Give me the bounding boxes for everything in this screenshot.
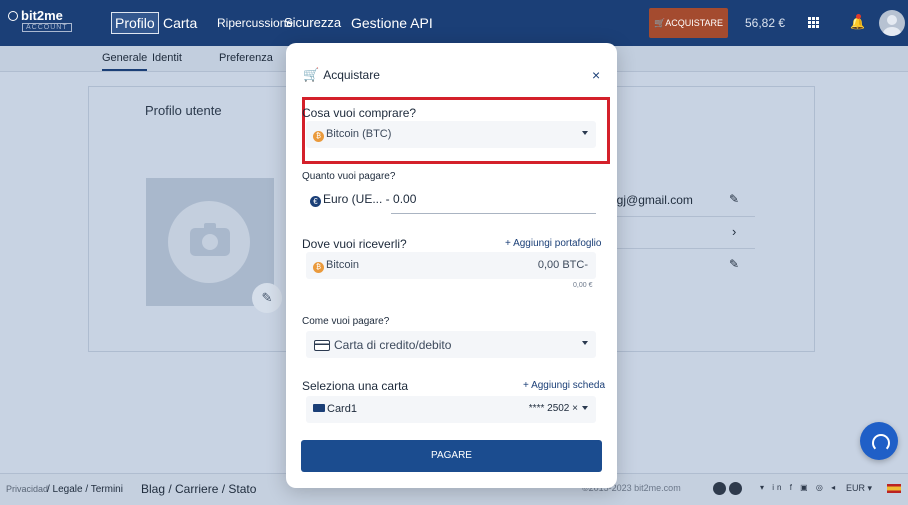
nav-profilo[interactable]: Profilo xyxy=(111,0,159,46)
bitcoin-icon: ₿ xyxy=(313,262,324,273)
top-navbar: bit2me ACCOUNT Profilo Carta Ripercussio… xyxy=(0,0,908,46)
divider xyxy=(610,216,755,217)
cart-icon: 🛒 xyxy=(653,18,666,28)
receive-amount: 0,00 BTC- xyxy=(537,259,588,271)
pay-button[interactable]: PAGARE xyxy=(301,440,602,472)
card-question-label: Seleziona una carta xyxy=(302,379,409,393)
chevron-down-icon xyxy=(582,131,588,135)
chevron-down-icon xyxy=(582,341,588,345)
pay-amount-input[interactable]: 0.00 xyxy=(393,192,416,206)
close-icon[interactable]: × xyxy=(592,67,600,83)
cart-icon: 🛒 xyxy=(303,67,320,82)
footer-privacy-link[interactable]: Privacidad xyxy=(6,484,48,494)
nav-ripercussione[interactable]: Ripercussione xyxy=(217,0,293,46)
tab-identita[interactable]: Identit xyxy=(152,52,182,64)
email-value: ngj@gmail.com xyxy=(610,193,693,207)
pay-amount-field: € Euro (UE... - 0.00 xyxy=(305,187,596,215)
card-select[interactable]: Card1 **** 2502 × xyxy=(306,396,596,423)
buy-question-label: Cosa vuoi comprare? xyxy=(302,106,417,120)
bitcoin-icon: ₿ xyxy=(313,131,324,142)
edit-photo-pencil-icon[interactable]: ✎ xyxy=(252,283,282,313)
euro-icon: € xyxy=(310,196,321,207)
input-underline xyxy=(391,213,596,214)
footer-legal-links[interactable]: / Legale / Termini xyxy=(47,484,123,495)
profile-title: Profilo utente xyxy=(145,103,222,118)
pay-question-label: Quanto vuoi pagare? xyxy=(302,171,396,182)
chevron-down-icon[interactable] xyxy=(582,406,588,410)
coin-select[interactable]: ₿ Bitcoin (BTC) xyxy=(306,121,596,148)
modal-title: 🛒 Acquistare xyxy=(303,67,380,82)
buy-modal: 🛒 Acquistare × Cosa vuoi comprare? ₿ Bitco… xyxy=(286,43,617,488)
add-wallet-link[interactable]: + Aggiungi portafoglio xyxy=(505,238,601,249)
tab-preferenza[interactable]: Preferenza xyxy=(219,52,273,64)
edit-email-pencil-icon[interactable]: ✎ xyxy=(729,192,739,206)
social-links-icons[interactable]: ▾ in f ▣ ◎ ◂ xyxy=(760,483,838,492)
currency-selector[interactable]: EUR ▾ xyxy=(846,483,872,494)
apps-grid-icon[interactable] xyxy=(808,17,820,29)
footer-blog-links[interactable]: Blag / Carriere / Stato xyxy=(141,482,256,496)
balance-display[interactable]: 56,82 € xyxy=(745,0,785,46)
payment-method-select[interactable]: Carta di credito/debito xyxy=(306,331,596,358)
logo-text: bit2me xyxy=(21,8,63,23)
play-store-icon[interactable] xyxy=(729,482,742,495)
card-brand-icon xyxy=(313,404,325,412)
receive-eur-value: 0,00 € xyxy=(573,282,593,289)
notification-badge xyxy=(856,14,861,19)
tab-generale[interactable]: Generale xyxy=(102,52,148,71)
chevron-right-icon[interactable]: › xyxy=(732,224,736,239)
currency-select[interactable]: € Euro (UE... - 0.00 xyxy=(310,192,416,207)
user-avatar[interactable] xyxy=(879,10,905,36)
card-number: **** 2502 × xyxy=(528,403,578,414)
receive-wallet-field[interactable]: ₿ Bitcoin 0,00 BTC- xyxy=(306,252,596,279)
help-chat-icon[interactable] xyxy=(860,422,898,460)
app-store-icon[interactable] xyxy=(713,482,726,495)
credit-card-icon xyxy=(314,340,330,351)
nav-gestione-api[interactable]: Gestione API xyxy=(351,0,433,46)
divider xyxy=(610,248,755,249)
logo-subtitle: ACCOUNT xyxy=(22,23,72,32)
buy-button[interactable]: 🛒ACQUISTARE xyxy=(649,8,728,38)
edit-pencil-icon[interactable]: ✎ xyxy=(729,257,739,271)
nav-carta[interactable]: Carta xyxy=(163,0,197,46)
add-card-link[interactable]: + Aggiungi scheda xyxy=(523,380,605,391)
logo-ring-icon xyxy=(8,11,18,21)
bit2me-logo[interactable]: bit2me ACCOUNT xyxy=(8,8,78,38)
camera-icon xyxy=(190,223,230,256)
nav-sicurezza[interactable]: Sicurezza xyxy=(284,0,341,46)
receive-question-label: Dove vuoi riceverli? xyxy=(302,237,407,251)
method-question-label: Come vuoi pagare? xyxy=(302,316,390,327)
language-flag-icon[interactable] xyxy=(887,484,901,493)
